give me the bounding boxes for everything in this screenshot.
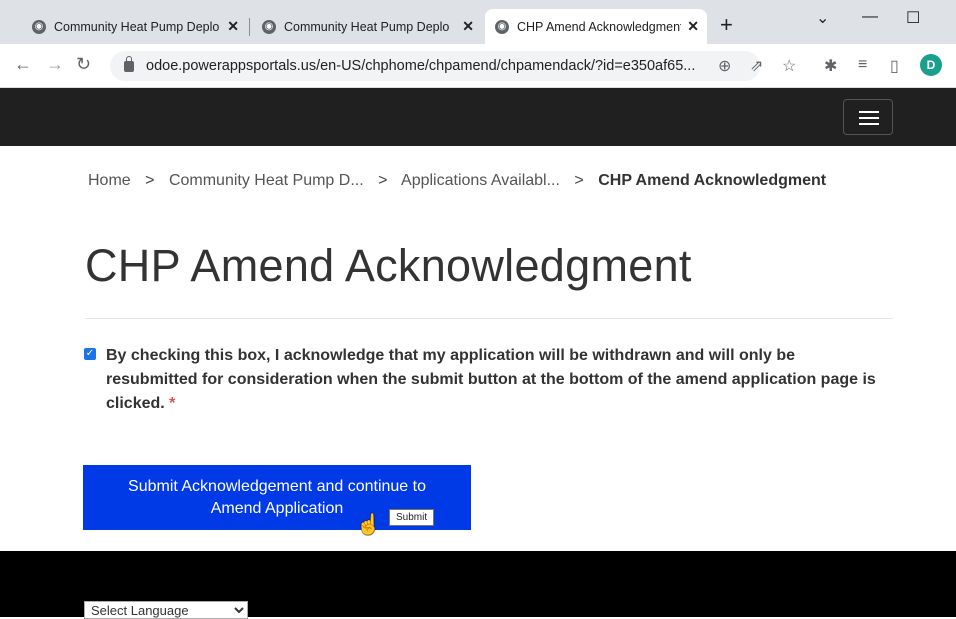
hamburger-menu-button[interactable] bbox=[843, 99, 893, 135]
breadcrumb-applications[interactable]: Applications Availabl... bbox=[401, 172, 560, 189]
url-text: odoe.powerappsportals.us/en-US/chphome/c… bbox=[146, 58, 696, 74]
reload-icon[interactable]: ↻ bbox=[76, 54, 91, 75]
new-tab-button[interactable]: + bbox=[720, 14, 733, 36]
breadcrumb-current: CHP Amend Acknowledgment bbox=[598, 172, 827, 189]
breadcrumb-community-heat-pump[interactable]: Community Heat Pump D... bbox=[169, 172, 364, 189]
hand-cursor-icon: ☝ bbox=[356, 514, 381, 536]
submit-tooltip: Submit bbox=[389, 509, 435, 526]
extensions-puzzle-icon[interactable]: ✱ bbox=[824, 56, 837, 76]
maximize-button[interactable]: ☐ bbox=[906, 8, 920, 28]
breadcrumb-separator: > bbox=[145, 172, 155, 189]
back-arrow-icon[interactable]: ← bbox=[14, 54, 32, 75]
breadcrumb: Home > Community Heat Pump D... > Applic… bbox=[88, 172, 826, 190]
globe-icon: ◉ bbox=[32, 19, 46, 34]
browser-tab-3-active[interactable]: ◉ CHP Amend Acknowledgment ✕ bbox=[485, 9, 707, 44]
acknowledgment-field: ✓ By checking this box, I acknowledge th… bbox=[84, 344, 884, 416]
tab-separator bbox=[249, 18, 250, 36]
breadcrumb-separator: > bbox=[378, 172, 388, 189]
hamburger-line bbox=[859, 117, 879, 119]
language-select[interactable]: Select Language bbox=[84, 601, 248, 619]
tab-search-chevron-icon[interactable]: ⌄ bbox=[816, 8, 829, 28]
title-divider bbox=[85, 318, 893, 319]
hamburger-line bbox=[859, 111, 879, 113]
zoom-icon[interactable]: ⊕ bbox=[718, 56, 731, 76]
close-icon[interactable]: ✕ bbox=[227, 18, 239, 35]
address-bar[interactable]: odoe.powerappsportals.us/en-US/chphome/c… bbox=[110, 51, 760, 81]
breadcrumb-separator: > bbox=[574, 172, 584, 189]
submit-label-line1: Submit Acknowledgement and continue to bbox=[128, 477, 426, 495]
required-marker: * bbox=[169, 395, 176, 412]
acknowledgment-checkbox[interactable]: ✓ bbox=[84, 348, 96, 360]
lock-icon bbox=[124, 55, 134, 72]
acknowledgment-label: By checking this box, I acknowledge that… bbox=[106, 344, 884, 416]
submit-label-line2: Amend Application bbox=[210, 499, 344, 517]
bookmark-star-icon[interactable]: ☆ bbox=[782, 56, 796, 76]
side-panel-icon[interactable]: ▯ bbox=[890, 56, 899, 76]
browser-tab-strip: ◉ Community Heat Pump Deplo ✕ ◉ Communit… bbox=[0, 0, 956, 44]
share-icon[interactable]: ⇗ bbox=[750, 56, 763, 76]
browser-toolbar: ← → ↻ odoe.powerappsportals.us/en-US/chp… bbox=[0, 44, 956, 88]
browser-tab-2[interactable]: ◉ Community Heat Pump Deplo ✕ bbox=[252, 9, 482, 44]
close-icon[interactable]: ✕ bbox=[462, 18, 474, 35]
globe-icon: ◉ bbox=[495, 19, 509, 34]
site-header bbox=[0, 88, 956, 146]
page-title: CHP Amend Acknowledgment bbox=[85, 240, 692, 291]
reading-list-icon[interactable]: ≡ bbox=[858, 56, 867, 74]
globe-icon: ◉ bbox=[262, 19, 276, 34]
browser-tab-1[interactable]: ◉ Community Heat Pump Deplo ✕ bbox=[22, 9, 247, 44]
tab-title: Community Heat Pump Deplo bbox=[284, 19, 450, 34]
acknowledgment-text: By checking this box, I acknowledge that… bbox=[106, 347, 876, 412]
profile-avatar[interactable]: D bbox=[920, 54, 942, 76]
close-icon[interactable]: ✕ bbox=[687, 18, 699, 35]
hamburger-line bbox=[859, 123, 879, 125]
minimize-button[interactable]: — bbox=[862, 8, 878, 26]
breadcrumb-home[interactable]: Home bbox=[88, 172, 131, 189]
tab-title: Community Heat Pump Deplo bbox=[54, 19, 220, 34]
forward-arrow-icon[interactable]: → bbox=[46, 54, 64, 75]
tab-title: CHP Amend Acknowledgment bbox=[517, 19, 682, 34]
